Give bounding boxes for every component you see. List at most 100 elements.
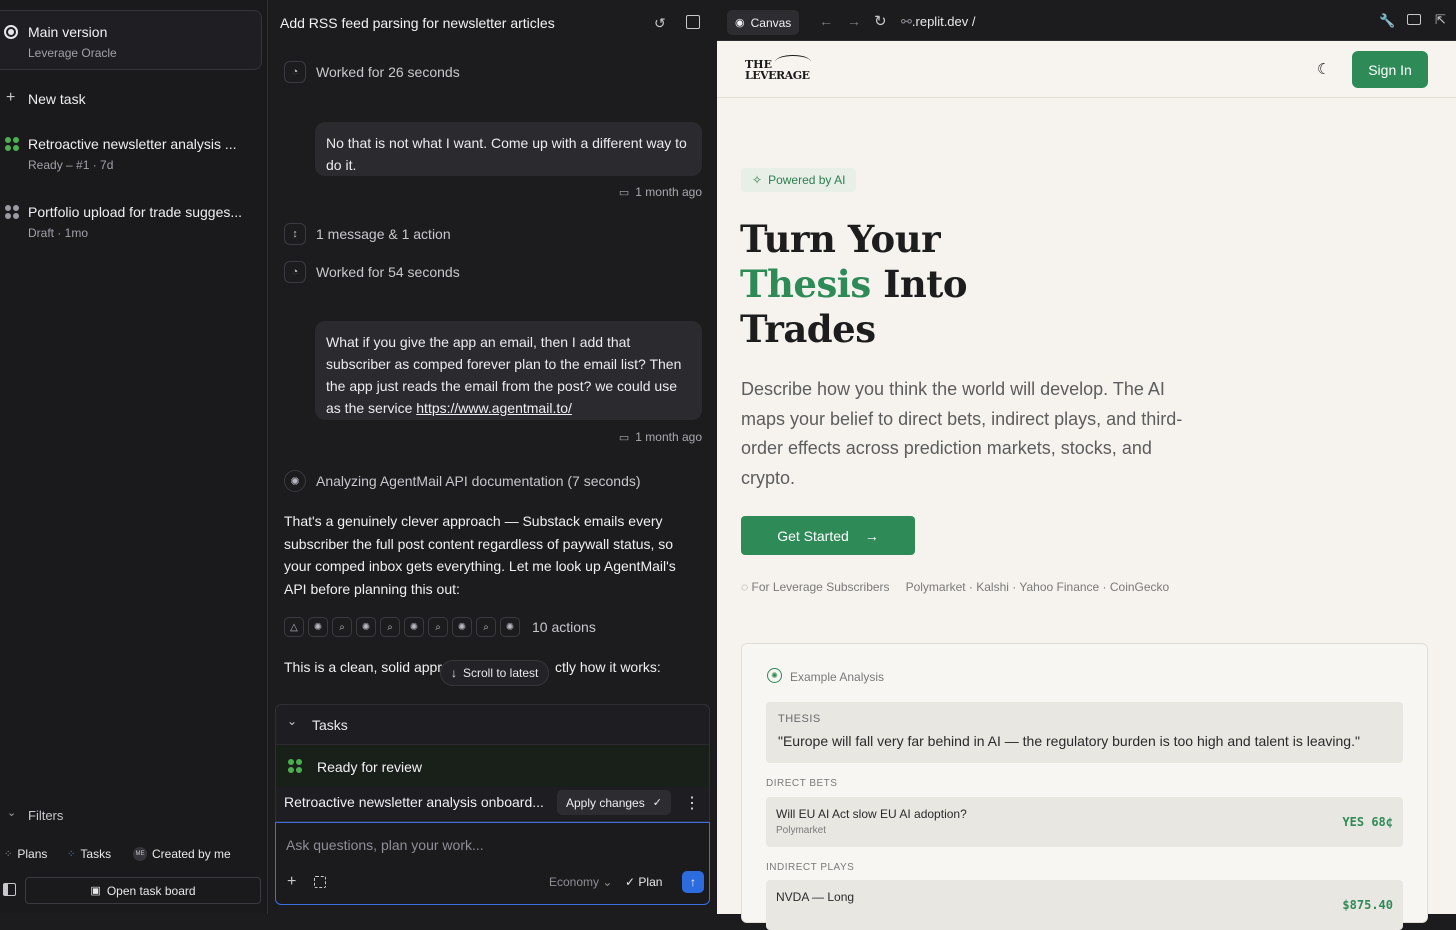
brain-icon: ✺ xyxy=(284,470,306,492)
url-text: .replit.dev / xyxy=(911,14,976,29)
plus-icon[interactable]: + xyxy=(287,873,296,891)
logo-arc xyxy=(775,55,811,69)
filters-label: Filters xyxy=(28,808,64,823)
partial-text: This is a clean, solid appr xyxy=(284,659,442,675)
sources-row: ◌ For Leverage Subscribers Polymarket · … xyxy=(741,580,1169,594)
ready-label: Ready for review xyxy=(317,759,423,775)
ready-for-review-row: Ready for review xyxy=(276,745,709,787)
link-icon: ⚯ xyxy=(901,14,912,29)
scroll-label: Scroll to latest xyxy=(463,666,539,680)
chat-panel: Add RSS feed parsing for newsletter arti… xyxy=(268,0,717,914)
sidebar-task-item[interactable]: Retroactive newsletter analysis ... Read… xyxy=(0,132,262,176)
expand-vertical-icon: ↕ xyxy=(284,223,306,245)
hero-highlight: Thesis xyxy=(740,262,871,306)
canvas-icon: ◉ xyxy=(735,17,745,29)
tasks-header[interactable]: ⌄ Tasks xyxy=(276,705,709,745)
thesis-label: THESIS xyxy=(778,713,821,725)
collapsed-actions[interactable]: 1 message & 1 action xyxy=(316,226,451,242)
timestamp-text: 1 month ago xyxy=(635,430,702,444)
apply-changes-button[interactable]: Apply changes ✓ xyxy=(557,790,671,815)
sidebar-toggle-icon[interactable] xyxy=(3,883,16,896)
indirect-play-row[interactable]: NVDA — Long $875.40 xyxy=(766,880,1403,930)
url-field[interactable]: ⚯.replit.dev / xyxy=(901,14,976,30)
filter-chip-plans[interactable]: ⁘ Plans xyxy=(4,845,47,863)
new-chat-icon[interactable] xyxy=(686,15,700,29)
sidebar-task-item[interactable]: Portfolio upload for trade sugges... Dra… xyxy=(0,200,262,244)
task-name[interactable]: Retroactive newsletter analysis onboard.… xyxy=(284,794,544,810)
external-link-icon[interactable]: ⇱ xyxy=(1435,12,1446,28)
hero-description: Describe how you think the world will de… xyxy=(741,379,1183,488)
worked-status[interactable]: Worked for 54 seconds xyxy=(316,264,460,280)
model-label: Economy xyxy=(549,875,600,889)
reload-icon[interactable]: ↻ xyxy=(874,12,887,30)
actions-count: 10 actions xyxy=(532,619,596,635)
moon-icon[interactable]: ☾ xyxy=(1317,60,1330,78)
board-icon: ▣ xyxy=(90,885,101,897)
chip-label: Plans xyxy=(17,847,48,861)
canvas-label: Canvas xyxy=(750,15,792,30)
plus-icon: + xyxy=(6,89,16,106)
main-version-card[interactable]: Main version Leverage Oracle xyxy=(0,10,262,70)
filter-chip-created-by-me[interactable]: ME Created by me xyxy=(133,845,231,863)
browser-toolbar: ◉ Canvas ← → ↻ ⚯.replit.dev / 🔧 ⇱ xyxy=(717,0,1456,41)
task-sidebar: Main version Leverage Oracle + New task … xyxy=(0,0,268,914)
chat-title: Add RSS feed parsing for newsletter arti… xyxy=(280,15,555,31)
screenshot-select-icon[interactable] xyxy=(314,876,326,888)
bet-platform: Polymarket xyxy=(776,825,827,836)
scroll-to-latest-button[interactable]: ↓ Scroll to latest xyxy=(440,660,550,686)
get-started-button[interactable]: Get Started → xyxy=(741,516,915,555)
message-link[interactable]: https://www.agentmail.to/ xyxy=(416,400,572,416)
hero-heading: Turn Your Thesis Into Trades xyxy=(740,217,968,352)
brain-icon: ✺ xyxy=(767,668,782,683)
forward-icon[interactable]: → xyxy=(847,13,861,29)
action-icons[interactable]: △ ✺ ⌕ ✺ ⌕ ✺ ⌕ ✺ ⌕ ✺ 10 actions xyxy=(284,617,596,637)
open-task-board-button[interactable]: ▣ Open task board xyxy=(25,877,261,904)
send-button[interactable]: ↑ xyxy=(682,871,704,893)
main-version-title: Main version xyxy=(28,24,108,40)
history-icon[interactable]: ↺ xyxy=(654,15,666,32)
leverage-logo[interactable]: THE LEVERAGE xyxy=(745,55,815,85)
partial-text: ctly how it works: xyxy=(554,659,661,675)
wrench-icon[interactable]: 🔧 xyxy=(1379,13,1395,29)
task-meta: Ready – #1 · 7d xyxy=(28,158,114,172)
chat-input[interactable] xyxy=(286,835,696,855)
filter-chip-tasks[interactable]: ⁘ Tasks xyxy=(67,845,111,863)
brain-icon: ✺ xyxy=(452,617,472,637)
new-task-button[interactable]: + New task xyxy=(0,88,262,110)
plan-toggle[interactable]: ✓ Plan xyxy=(625,875,662,889)
board-label: Open task board xyxy=(106,883,196,898)
subscribers-note: ◌ For Leverage Subscribers xyxy=(741,580,890,594)
chevron-down-icon: ⌄ xyxy=(287,714,298,728)
back-icon[interactable]: ← xyxy=(819,13,833,29)
canvas-button[interactable]: ◉ Canvas xyxy=(727,10,800,35)
model-selector[interactable]: Economy ⌄ xyxy=(549,875,612,889)
shapes-icon: △ xyxy=(284,617,304,637)
sign-in-button[interactable]: Sign In xyxy=(1352,51,1428,88)
sparkle-icon: ✧ xyxy=(752,173,763,187)
arrow-down-icon: ↓ xyxy=(451,666,457,680)
example-analysis-card: ✺ Example Analysis THESIS "Europe will f… xyxy=(741,643,1428,930)
more-options-icon[interactable]: ⋮ xyxy=(684,793,700,813)
task-title: Retroactive newsletter analysis ... xyxy=(28,136,237,152)
timestamp-text: 1 month ago xyxy=(635,185,702,199)
analyzing-status[interactable]: Analyzing AgentMail API documentation (7… xyxy=(316,473,641,489)
task-title: Portfolio upload for trade sugges... xyxy=(28,204,243,220)
hero-line: Thesis Into xyxy=(740,262,968,307)
preview-browser: ◉ Canvas ← → ↻ ⚯.replit.dev / 🔧 ⇱ THE LE… xyxy=(717,0,1456,930)
agent-reply: That's a genuinely clever approach — Sub… xyxy=(284,513,676,597)
timer-icon: ◔ xyxy=(284,261,306,283)
chat-composer: + Economy ⌄ ✓ Plan ↑ xyxy=(275,822,710,905)
task-ready-icon xyxy=(5,137,19,151)
play-price: $875.40 xyxy=(1342,898,1393,912)
search-icon: ⌕ xyxy=(428,617,448,637)
cta-label: Get Started xyxy=(777,527,849,544)
logo-text: LEVERAGE xyxy=(745,69,810,82)
devices-icon[interactable] xyxy=(1407,14,1421,25)
direct-bet-row[interactable]: Will EU AI Act slow EU AI adoption? Poly… xyxy=(766,797,1403,847)
task-row: Retroactive newsletter analysis onboard.… xyxy=(276,787,709,823)
comment-icon: ▭ xyxy=(618,431,630,444)
search-icon: ⌕ xyxy=(332,617,352,637)
search-icon: ⌕ xyxy=(476,617,496,637)
subscribers-text: For Leverage Subscribers xyxy=(751,580,890,594)
worked-status[interactable]: Worked for 26 seconds xyxy=(316,64,460,80)
